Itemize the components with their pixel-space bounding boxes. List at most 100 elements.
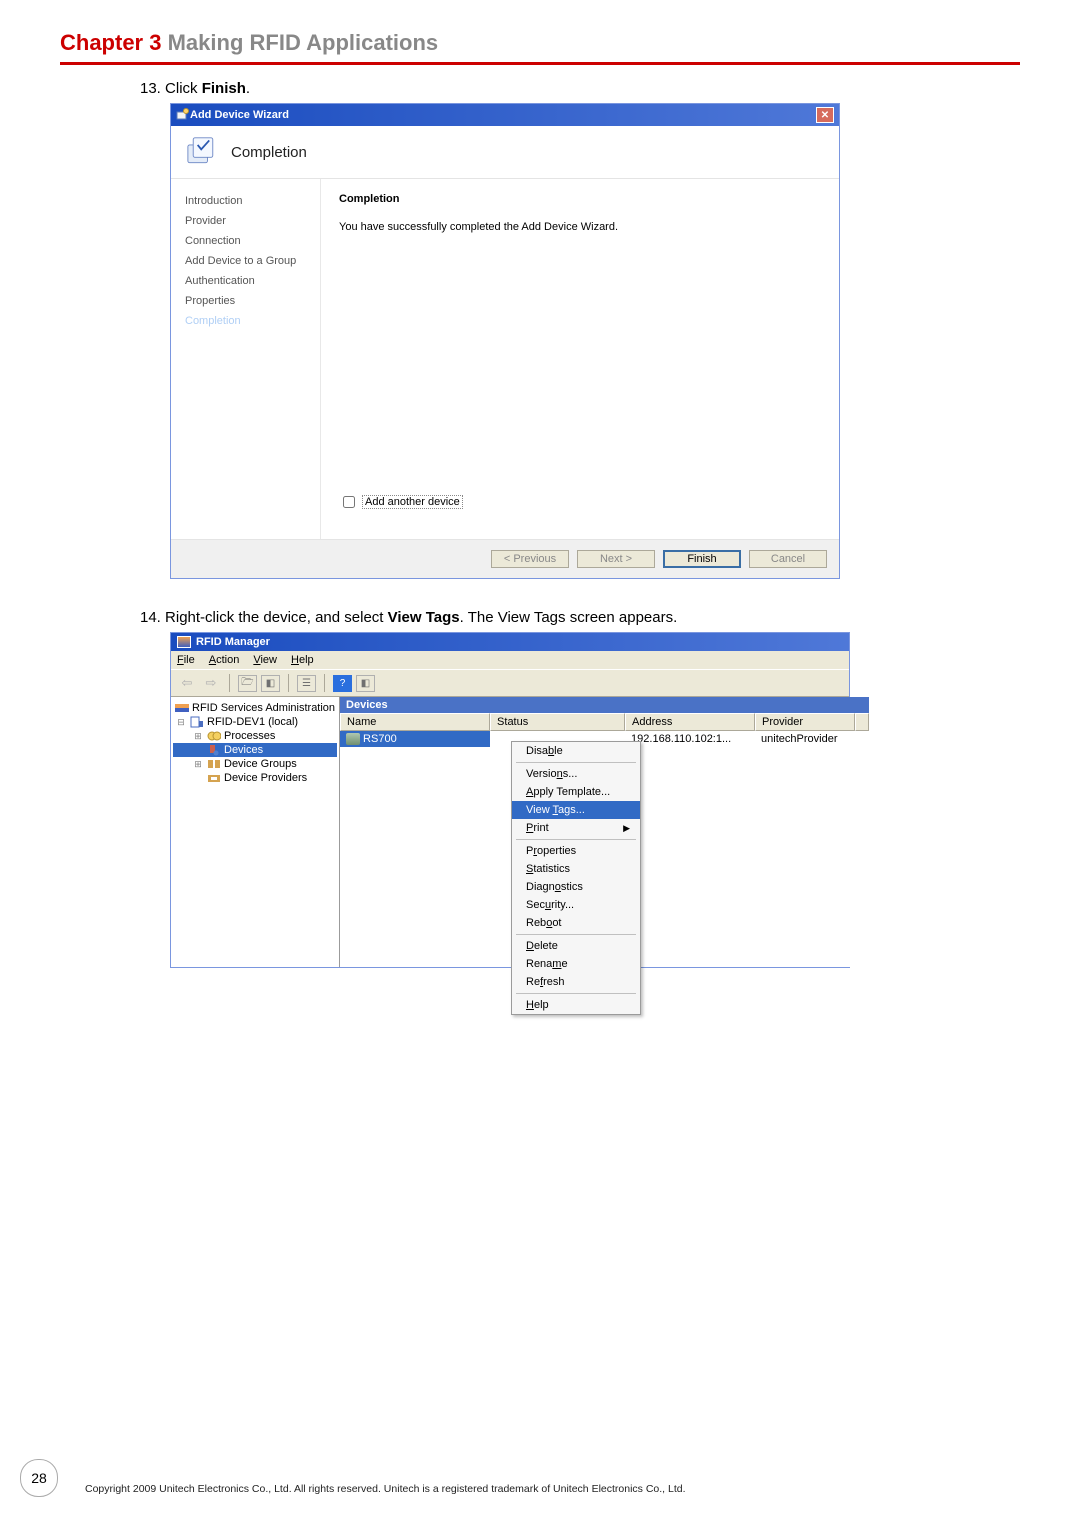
- step-bold: Finish: [202, 80, 246, 97]
- wizard-step-provider: Provider: [185, 211, 316, 231]
- manager-titlebar: RFID Manager: [171, 633, 849, 651]
- dialog-banner: Completion: [171, 126, 839, 179]
- close-button[interactable]: ✕: [816, 107, 834, 123]
- wizard-icon: [176, 108, 190, 123]
- menu-view[interactable]: ViewView: [253, 654, 277, 666]
- wizard-step-connection: Connection: [185, 231, 316, 251]
- devices-icon: [207, 744, 221, 756]
- expander-icon[interactable]: ⊞: [192, 731, 204, 742]
- context-menu: DisableDisable Versions...Versions... Ap…: [511, 741, 641, 1015]
- add-another-label: Add another device: [362, 495, 463, 509]
- submenu-arrow-icon: ▶: [623, 823, 630, 834]
- ctx-refresh[interactable]: RefreshRefresh: [512, 973, 640, 991]
- ctx-apply-template[interactable]: Apply Template...Apply Template...: [512, 783, 640, 801]
- step-prefix: Right-click the device, and select: [165, 609, 388, 626]
- add-device-wizard-dialog: Add Device Wizard ✕ Completion Introduct…: [170, 103, 840, 579]
- tree-root[interactable]: RFID Services Administration: [173, 701, 337, 715]
- next-button: Next >: [577, 550, 655, 568]
- wizard-step-completion: Completion: [185, 311, 316, 331]
- toolbar-separator: [229, 674, 230, 692]
- col-extra[interactable]: [855, 713, 869, 731]
- expander-icon[interactable]: ⊟: [175, 717, 187, 728]
- menu-action[interactable]: ActionAction: [209, 654, 240, 666]
- device-icon: [346, 733, 360, 745]
- col-status[interactable]: Status: [490, 713, 625, 731]
- ctx-disable[interactable]: DisableDisable: [512, 742, 640, 760]
- tree-devices[interactable]: Devices: [173, 743, 337, 757]
- device-providers-icon: [207, 772, 221, 784]
- add-another-checkbox[interactable]: [343, 496, 355, 508]
- chapter-label: Chapter 3: [60, 30, 161, 55]
- col-address[interactable]: Address: [625, 713, 755, 731]
- menu-separator: [516, 934, 636, 935]
- col-provider[interactable]: Provider: [755, 713, 855, 731]
- tree-processes[interactable]: ⊞ Processes: [173, 729, 337, 743]
- menu-separator: [516, 993, 636, 994]
- dialog-title: Add Device Wizard: [190, 109, 816, 121]
- ctx-properties[interactable]: PropertiesProperties: [512, 842, 640, 860]
- page-number: 28: [20, 1459, 58, 1497]
- wizard-banner-icon: [185, 136, 221, 168]
- tree-device-providers[interactable]: Device Providers: [173, 771, 337, 785]
- col-name[interactable]: Name: [340, 713, 490, 731]
- help-icon[interactable]: ?: [333, 675, 352, 692]
- back-icon: ⇦: [177, 673, 197, 693]
- chapter-header: Chapter 3 Making RFID Applications: [60, 30, 1020, 65]
- tree-server[interactable]: ⊟ RFID-DEV1 (local): [173, 715, 337, 729]
- tree-device-groups[interactable]: ⊞ Device Groups: [173, 757, 337, 771]
- forward-icon: ⇨: [201, 673, 221, 693]
- processes-icon: [207, 730, 221, 742]
- properties-icon[interactable]: ☰: [297, 675, 316, 692]
- step-14: 14. Right-click the device, and select V…: [140, 609, 1020, 626]
- ctx-help[interactable]: HelpHelp: [512, 996, 640, 1014]
- wizard-step-properties: Properties: [185, 291, 316, 311]
- add-another-row: Add another device: [339, 493, 821, 511]
- step-suffix: .: [246, 80, 250, 97]
- ctx-versions[interactable]: Versions...Versions...: [512, 765, 640, 783]
- step-bold: View Tags: [388, 609, 460, 626]
- toolbar-separator: [288, 674, 289, 692]
- toolbar-separator: [324, 674, 325, 692]
- rfid-manager-window: RFID Manager FFileile ActionAction ViewV…: [170, 632, 850, 968]
- banner-text: Completion: [231, 144, 307, 161]
- export-list-icon[interactable]: ◧: [356, 675, 375, 692]
- ctx-diagnostics[interactable]: DiagnosticsDiagnostics: [512, 878, 640, 896]
- menu-file[interactable]: FFileile: [177, 654, 195, 666]
- tree-panel: RFID Services Administration ⊟ RFID-DEV1…: [171, 697, 340, 967]
- menu-separator: [516, 762, 636, 763]
- wizard-step-introduction: Introduction: [185, 191, 316, 211]
- cell-address: 192.168.110.102:1...: [625, 731, 755, 747]
- expander-icon[interactable]: ⊞: [192, 759, 204, 770]
- cell-name: RS700: [340, 731, 490, 747]
- menu-separator: [516, 839, 636, 840]
- wizard-step-authentication: Authentication: [185, 271, 316, 291]
- ctx-security[interactable]: Security...Security...: [512, 896, 640, 914]
- step-number: 14.: [140, 609, 161, 626]
- dialog-titlebar: Add Device Wizard ✕: [171, 104, 839, 126]
- wizard-steps-list: Introduction Provider Connection Add Dev…: [171, 179, 321, 539]
- menu-help[interactable]: HelpHelp: [291, 654, 314, 666]
- footer-copyright: Copyright 2009 Unitech Electronics Co., …: [85, 1483, 686, 1495]
- ctx-view-tags[interactable]: View Tags...View Tags...: [512, 801, 640, 819]
- list-header: Name Status Address Provider: [340, 713, 869, 731]
- cell-provider: unitechProvider: [755, 731, 855, 747]
- list-title: Devices: [340, 697, 869, 713]
- app-icon: [177, 636, 191, 648]
- toolbar: ⇦ ⇨ 🗁 ◧ ☰ ? ◧: [171, 669, 849, 697]
- ctx-delete[interactable]: DeleteDelete: [512, 937, 640, 955]
- cancel-button: Cancel: [749, 550, 827, 568]
- dialog-button-bar: < Previous Next > Finish Cancel: [171, 539, 839, 578]
- menubar: FFileile ActionAction ViewView HelpHelp: [171, 651, 849, 669]
- finish-button[interactable]: Finish: [663, 550, 741, 568]
- ctx-rename[interactable]: RenameRename: [512, 955, 640, 973]
- ctx-print[interactable]: PrintPrint▶: [512, 819, 640, 837]
- ctx-statistics[interactable]: StatisticsStatistics: [512, 860, 640, 878]
- completion-heading: Completion: [339, 193, 821, 205]
- ctx-reboot[interactable]: RebootReboot: [512, 914, 640, 932]
- up-level-icon[interactable]: 🗁: [238, 675, 257, 692]
- show-hide-tree-icon[interactable]: ◧: [261, 675, 280, 692]
- manager-title: RFID Manager: [196, 636, 270, 648]
- step-13: 13. Click Finish.: [140, 80, 1020, 97]
- step-number: 13.: [140, 80, 161, 97]
- server-icon: [190, 716, 204, 728]
